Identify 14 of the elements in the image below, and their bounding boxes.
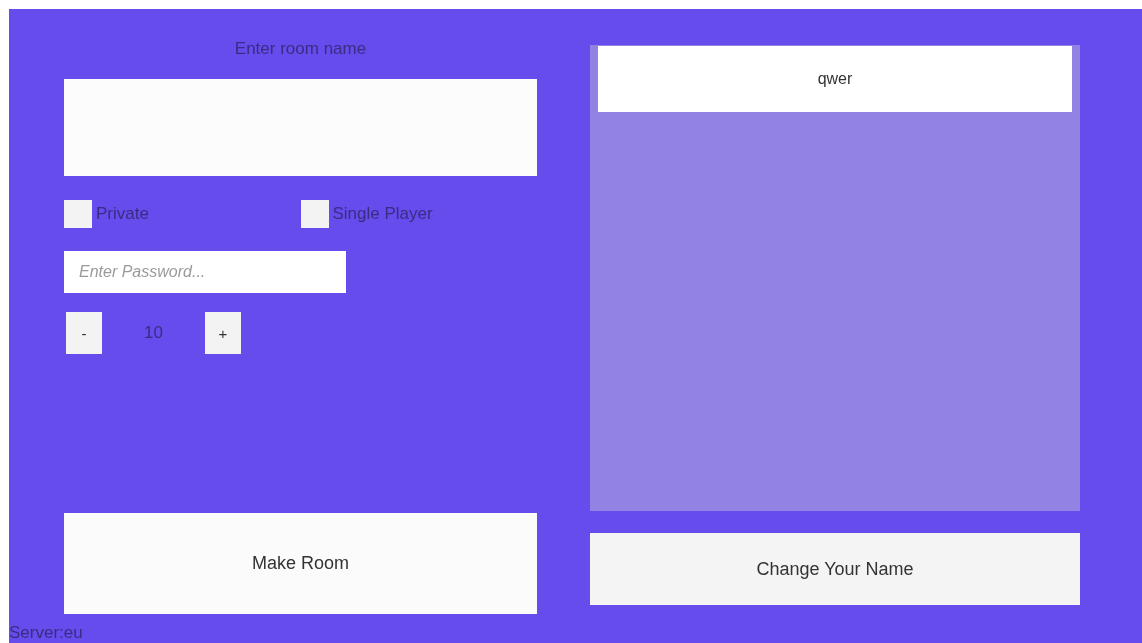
make-room-button[interactable]: Make Room: [64, 513, 537, 614]
room-name-label: Enter room name: [234, 38, 367, 60]
password-field[interactable]: Enter Password...: [64, 251, 346, 293]
server-label: Server:eu: [9, 623, 83, 643]
change-name-button[interactable]: Change Your Name: [590, 533, 1080, 605]
increment-button[interactable]: +: [205, 312, 241, 354]
decrement-button[interactable]: -: [66, 312, 102, 354]
checkbox[interactable]: [64, 200, 92, 228]
room-list-item[interactable]: qwer: [598, 46, 1072, 112]
room-name-field[interactable]: [64, 79, 537, 176]
checkbox-label: Single Player: [332, 204, 433, 224]
player-count: 10: [143, 323, 164, 343]
checkbox[interactable]: [300, 200, 329, 228]
checkbox-label: Private: [96, 204, 149, 224]
